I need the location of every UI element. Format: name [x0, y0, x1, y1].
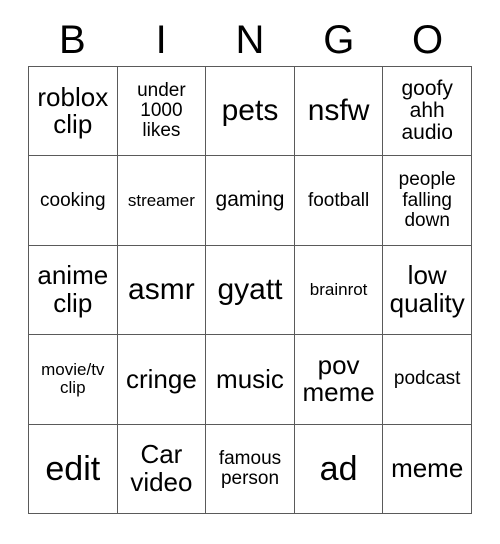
bingo-cell-label: asmr [128, 273, 195, 307]
bingo-cell-r1c5[interactable]: goofy ahh audio [383, 67, 472, 157]
bingo-cell-label: nsfw [307, 94, 370, 128]
bingo-cell-r5c3[interactable]: famous person [206, 424, 295, 514]
bingo-cell-label: low quality [389, 260, 465, 318]
bingo-cell-r3c5[interactable]: low quality [383, 245, 472, 336]
bingo-cell-r5c2[interactable]: Car video [117, 424, 207, 514]
header-letter-b: B [59, 18, 86, 62]
header-letter-o: O [412, 18, 444, 62]
bingo-cell-label: edit [45, 449, 101, 488]
bingo-cell-label: under 1000 likes [137, 80, 186, 142]
bingo-header-row: B I N G O [28, 16, 472, 64]
bingo-cell-label: gaming [215, 188, 285, 212]
bingo-cell-label: streamer [127, 190, 195, 210]
bingo-cell-r1c3[interactable]: pets [206, 67, 295, 157]
bingo-cell-r1c1[interactable]: roblox clip [29, 67, 118, 157]
bingo-cell-label: Car video [130, 439, 193, 497]
bingo-cell-label: famous person [218, 447, 282, 489]
bingo-cell-r4c4[interactable]: pov meme [294, 335, 384, 425]
bingo-cell-label: ad [319, 449, 358, 488]
header-letter-n: N [235, 18, 265, 62]
bingo-cell-label: cooking [40, 189, 106, 211]
bingo-cell-r1c4[interactable]: nsfw [294, 67, 384, 157]
bingo-cell-r3c2[interactable]: asmr [117, 245, 207, 336]
bingo-cell-r3c4[interactable]: brainrot [294, 245, 384, 336]
bingo-cell-r4c2[interactable]: cringe [117, 335, 207, 425]
bingo-cell-r2c2[interactable]: streamer [117, 156, 207, 246]
bingo-cell-r5c4[interactable]: ad [294, 424, 384, 514]
bingo-cell-r2c4[interactable]: football [294, 156, 384, 246]
bingo-cell-label: brainrot [309, 279, 368, 299]
bingo-cell-label: football [307, 189, 370, 211]
bingo-cell-label: music [216, 363, 284, 394]
bingo-cell-r1c2[interactable]: under 1000 likes [117, 67, 207, 157]
bingo-cell-r3c1[interactable]: anime clip [29, 245, 118, 336]
bingo-cell-label: gyatt [217, 273, 283, 307]
bingo-cell-label: cringe [125, 363, 197, 394]
bingo-cell-r4c1[interactable]: movie/tv clip [29, 335, 118, 425]
bingo-cell-r5c1[interactable]: edit [29, 424, 118, 514]
bingo-cell-label: movie/tv clip [41, 360, 105, 398]
bingo-card: B I N G O roblox clip under 1000 likes p… [0, 0, 500, 544]
bingo-cell-label: podcast [393, 368, 461, 390]
bingo-cell-label: roblox clip [37, 81, 109, 140]
bingo-cell-r2c5[interactable]: people falling down [383, 156, 472, 246]
bingo-grid: roblox clip under 1000 likes pets nsfw g… [28, 66, 472, 514]
bingo-cell-r4c3[interactable]: music [206, 335, 295, 425]
bingo-cell-label: people falling down [398, 169, 456, 231]
bingo-cell-r4c5[interactable]: podcast [383, 335, 472, 425]
bingo-cell-label: meme [391, 453, 464, 484]
bingo-cell-label: goofy ahh audio [401, 76, 453, 145]
bingo-cell-label: pov meme [302, 349, 375, 408]
header-letter-i: I [155, 18, 167, 62]
bingo-cell-r5c5[interactable]: meme [383, 424, 472, 514]
bingo-cell-label: pets [221, 94, 279, 128]
header-letter-g: G [323, 18, 355, 62]
bingo-cell-label: anime clip [37, 260, 109, 318]
bingo-cell-r2c3[interactable]: gaming [206, 156, 295, 246]
bingo-cell-r3c3[interactable]: gyatt [206, 245, 295, 336]
bingo-cell-r2c1[interactable]: cooking [29, 156, 118, 246]
